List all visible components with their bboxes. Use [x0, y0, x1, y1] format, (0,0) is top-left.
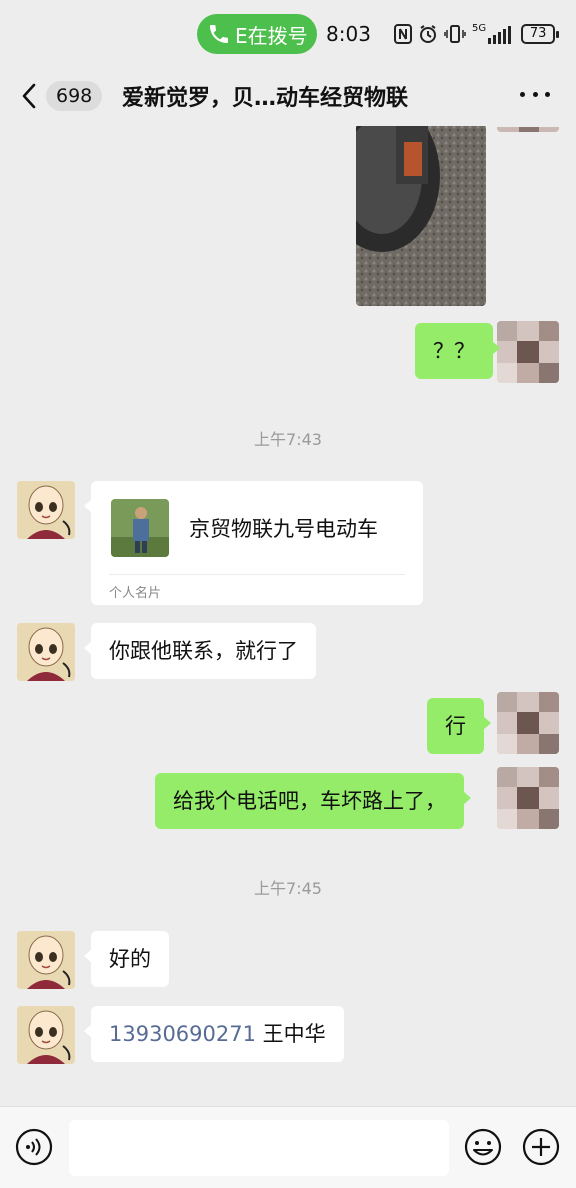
chevron-left-icon[interactable] — [18, 82, 40, 110]
page-title: 爱新觉罗，贝…动车经贸物联 — [122, 86, 409, 111]
input-bar — [0, 1106, 576, 1188]
phone-number-link[interactable]: 13930690271 — [109, 1022, 256, 1046]
image-message[interactable] — [356, 126, 486, 306]
message-input[interactable] — [69, 1120, 449, 1176]
avatar-contact[interactable] — [17, 623, 75, 681]
avatar-self[interactable] — [497, 767, 559, 829]
photo-thumbnail — [356, 126, 486, 306]
message-bubble[interactable]: 好的 — [84, 931, 169, 987]
status-time: 8:03 — [326, 22, 371, 46]
message-text: ？？ — [433, 339, 475, 363]
message-text: 王中华 — [262, 1022, 326, 1046]
avatar-self[interactable] — [497, 126, 559, 132]
message-bubble[interactable]: 给我个电话吧，车坏路上了， — [155, 773, 471, 829]
message-text: 给我个电话吧，车坏路上了， — [173, 789, 446, 813]
emoji-icon[interactable] — [463, 1127, 503, 1167]
ongoing-call-pill[interactable]: E在拨号 — [197, 14, 317, 54]
vibrate-icon — [444, 25, 466, 43]
contact-card-photo — [111, 499, 169, 557]
system-icons: 5G 73 — [394, 22, 560, 46]
message-bubble[interactable]: ？？ — [415, 323, 500, 379]
avatar-self[interactable] — [497, 321, 559, 383]
avatar-contact[interactable] — [17, 1006, 75, 1064]
card-divider — [109, 574, 405, 575]
more-dots-icon[interactable] — [520, 92, 550, 100]
status-bar: E在拨号 8:03 5G 73 — [0, 0, 576, 66]
message-bubble[interactable]: 你跟他联系，就行了 — [84, 623, 316, 679]
plus-circle-icon[interactable] — [521, 1127, 561, 1167]
message-bubble[interactable]: 13930690271 王中华 — [84, 1006, 344, 1062]
message-text: 你跟他联系，就行了 — [109, 639, 298, 663]
voice-icon[interactable] — [14, 1127, 54, 1167]
call-status-text: E在拨号 — [235, 23, 308, 48]
unread-count-badge[interactable]: 698 — [46, 81, 103, 111]
network-type-label: 5G — [472, 23, 487, 34]
avatar-self[interactable] — [497, 692, 559, 754]
message-text: 行 — [445, 714, 466, 738]
message-text: 好的 — [109, 947, 151, 971]
battery-indicator: 73 — [521, 24, 560, 44]
message-timestamp: 上午7:45 — [254, 879, 322, 898]
alarm-icon — [420, 25, 436, 43]
phone-icon — [210, 25, 228, 43]
nfc-icon — [394, 24, 412, 44]
signal-5g-icon: 5G — [472, 23, 512, 44]
chat-header: 698 爱新觉罗，贝…动车经贸物联 — [0, 66, 576, 126]
contact-card-name: 京贸物联九号电动车 — [189, 517, 378, 541]
message-bubble[interactable]: 行 — [427, 698, 491, 754]
avatar-contact[interactable] — [17, 931, 75, 989]
avatar-contact[interactable] — [17, 481, 75, 539]
message-timestamp: 上午7:43 — [254, 430, 322, 449]
contact-card-label: 个人名片 — [109, 586, 162, 601]
message-list[interactable]: ？？ 上午7:43 京贸物联九号电动车 个人名片 你跟他联系，就行了 行 给我个… — [0, 126, 576, 1106]
contact-card-message[interactable]: 京贸物联九号电动车 个人名片 — [84, 481, 423, 605]
